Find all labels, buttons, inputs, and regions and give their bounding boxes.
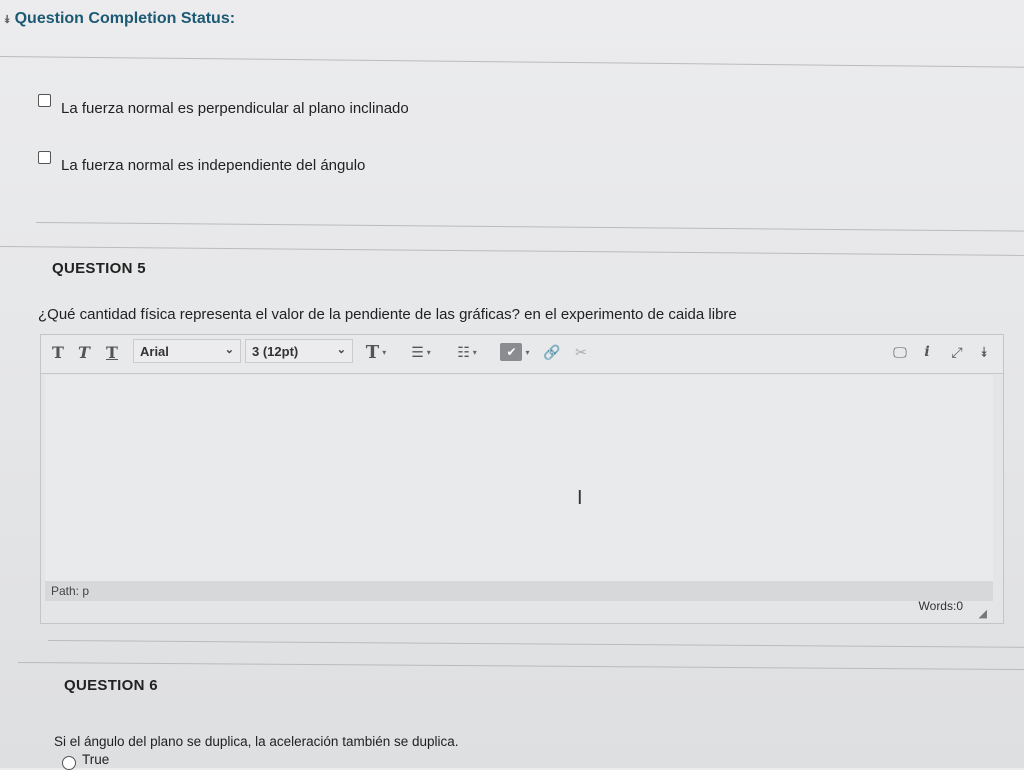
editor-toolbar: T T T Arial ⌄ 3 (12pt) ⌄ T ▾ ☰ ▾ ☷ ▾ ✔ ▾ 🔗 ✂… <box>41 335 1003 374</box>
choice-1-checkbox[interactable] <box>38 94 51 107</box>
resize-handle-icon[interactable]: ◢ <box>979 607 987 620</box>
bullet-list-icon: ☰ <box>411 343 424 360</box>
choice-2-checkbox[interactable] <box>38 151 51 164</box>
underline-text-icon[interactable]: T <box>103 341 121 363</box>
font-size-value: 3 (12pt) <box>252 343 299 359</box>
chevron-down-icon: ⌄ <box>336 344 346 356</box>
dropdown-arrow-icon: ▾ <box>525 347 530 357</box>
choice-2[interactable]: La fuerza normal es independiente del án… <box>38 151 366 174</box>
numbered-list-button[interactable]: ☷ ▾ <box>449 341 485 363</box>
divider <box>17 662 1024 671</box>
divider <box>35 222 1024 232</box>
font-family-value: Arial <box>140 343 169 359</box>
spellcheck-button[interactable]: ✔ ▾ <box>495 341 535 363</box>
spellcheck-icon: ✔ <box>500 343 523 361</box>
question-6-text: Si el ángulo del plano se duplica, la ac… <box>54 734 459 749</box>
fullscreen-icon[interactable]: ⤢ <box>945 341 969 363</box>
true-label: True <box>82 752 110 767</box>
collapse-chevron-icon[interactable]: ⯯ <box>4 14 11 26</box>
unlink-icon[interactable]: ✂ <box>569 341 593 363</box>
divider <box>0 246 1024 256</box>
font-family-select[interactable]: Arial ⌄ <box>133 339 241 363</box>
answer-text-area[interactable]: I <box>45 375 993 581</box>
font-size-select[interactable]: 3 (12pt) ⌄ <box>245 339 353 363</box>
question-5-title: QUESTION 5 <box>52 260 146 277</box>
word-count: Words:0 <box>918 599 963 613</box>
dropdown-arrow-icon: ▾ <box>382 347 387 357</box>
completion-status[interactable]: ⯯ Question Completion Status: <box>4 10 235 28</box>
dropdown-arrow-icon: ▾ <box>426 347 431 357</box>
choice-2-label: La fuerza normal es independiente del án… <box>61 157 366 174</box>
expand-toolbar-icon[interactable]: ⯯ <box>973 341 995 363</box>
chevron-down-icon: ⌄ <box>224 344 234 356</box>
bullet-list-button[interactable]: ☰ ▾ <box>403 341 439 363</box>
numbered-list-icon: ☷ <box>457 343 470 360</box>
text-cursor-icon: I <box>577 487 583 509</box>
editor-path: Path: p <box>45 581 993 601</box>
choice-1-label: La fuerza normal es perpendicular al pla… <box>61 100 409 117</box>
italic-text-icon[interactable]: T <box>75 341 93 363</box>
text-color-button[interactable]: T ▾ <box>359 341 393 363</box>
choice-1[interactable]: La fuerza normal es perpendicular al pla… <box>38 94 409 117</box>
info-icon[interactable]: i <box>919 341 935 363</box>
bold-text-icon[interactable]: T <box>49 341 67 363</box>
rich-text-editor: T T T Arial ⌄ 3 (12pt) ⌄ T ▾ ☰ ▾ ☷ ▾ ✔ ▾ 🔗 ✂… <box>40 334 1004 624</box>
question-6-title: QUESTION 6 <box>64 677 158 694</box>
question-5-text: ¿Qué cantidad física representa el valor… <box>38 306 737 323</box>
text-color-icon: T <box>365 341 380 363</box>
link-icon[interactable]: 🔗 <box>541 341 563 363</box>
preview-icon[interactable]: 🖵 <box>889 341 911 363</box>
dropdown-arrow-icon: ▾ <box>472 347 477 357</box>
divider <box>0 56 1024 68</box>
divider <box>47 640 1024 648</box>
completion-status-label: Question Completion Status: <box>14 10 236 27</box>
